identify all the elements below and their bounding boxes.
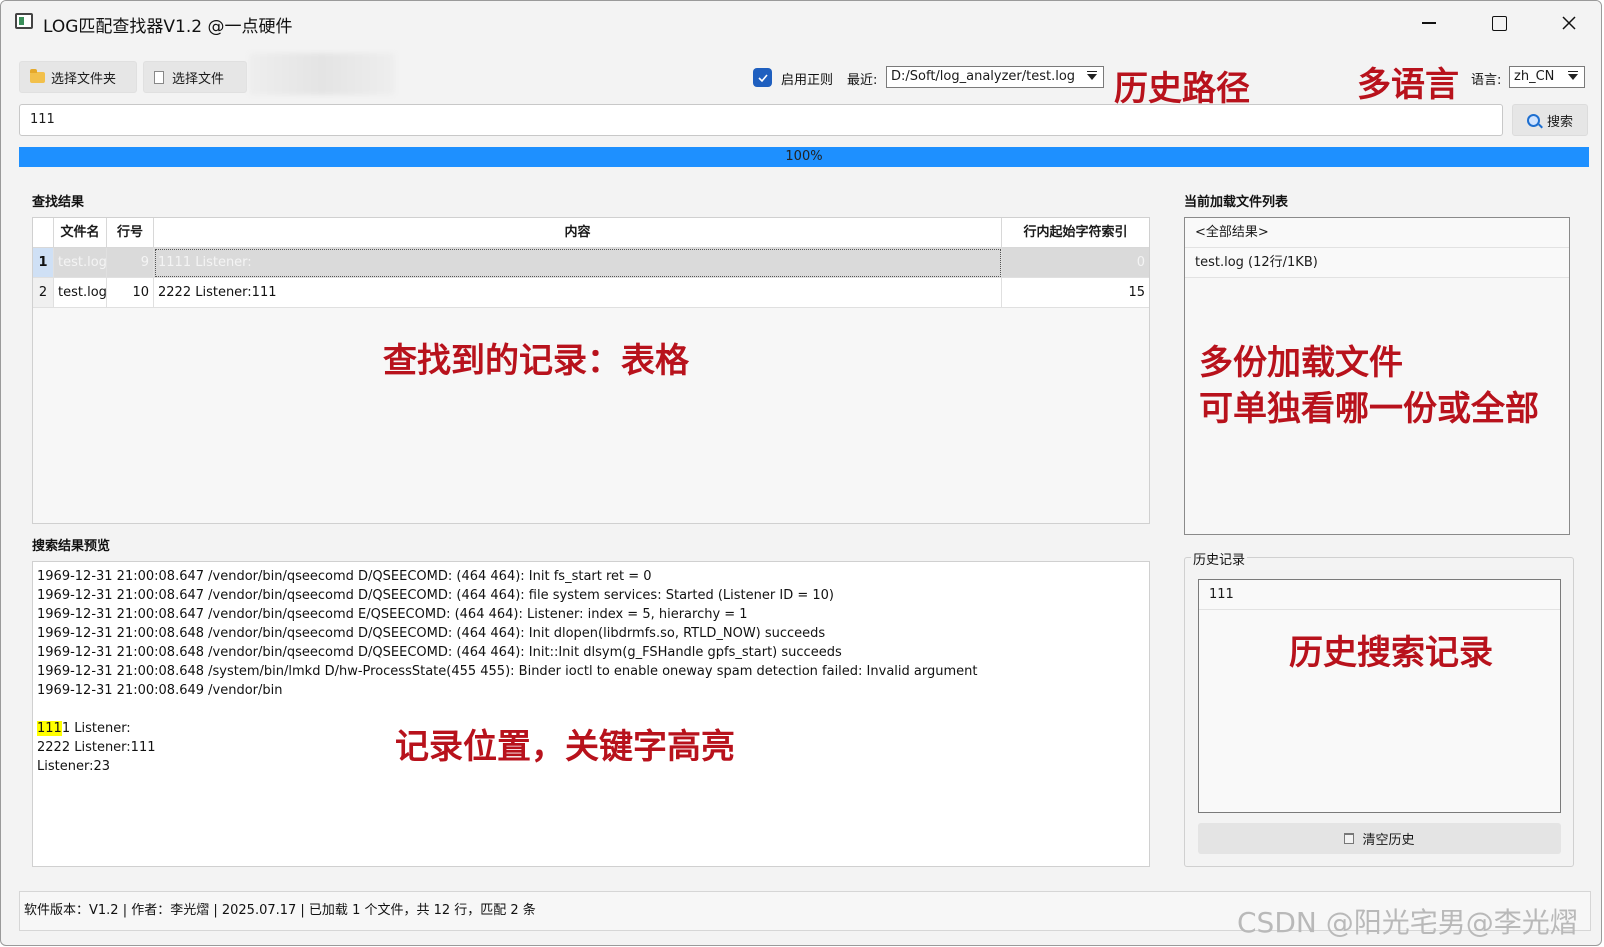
select-folder-label: 选择文件夹 xyxy=(51,71,117,87)
folder-icon xyxy=(30,68,45,83)
search-input[interactable]: 111 xyxy=(19,104,1503,136)
annotation-multi-files-2: 可单独看哪一份或全部 xyxy=(1199,389,1539,429)
table-cell-content[interactable]: 2222 Listener:111 xyxy=(154,278,1002,308)
clear-history-button[interactable]: 清空历史 xyxy=(1198,823,1561,854)
watermark: CSDN @阳光宅男@李光熠 xyxy=(1237,906,1578,939)
annotation-records-table: 查找到的记录：表格 xyxy=(383,341,689,381)
check-icon xyxy=(757,73,768,82)
annotation-multi-files-1: 多份加载文件 xyxy=(1199,343,1403,383)
annotation-history-records: 历史搜索记录 xyxy=(1289,633,1493,673)
blurred-area xyxy=(249,53,395,95)
annotation-multi-language: 多语言 xyxy=(1357,65,1459,105)
sort-indicator-icon: ⌄ xyxy=(76,223,85,234)
table-cell-line[interactable]: 10 xyxy=(107,278,154,308)
maximize-button[interactable] xyxy=(1477,9,1521,37)
minimize-icon xyxy=(1422,22,1436,24)
header-filename[interactable]: ⌄ 文件名 xyxy=(54,218,107,248)
history-list: 111 xyxy=(1198,579,1561,813)
preview-line: 1969-12-31 21:00:08.649 /vendor/bin xyxy=(37,683,283,698)
recent-path-combo[interactable]: D:/Soft/log_analyzer/test.log xyxy=(886,66,1104,88)
preview-line: 1969-12-31 21:00:08.647 /vendor/bin/qsee… xyxy=(37,588,834,603)
table-cell-content[interactable]: 1111 Listener: xyxy=(154,248,1002,278)
header-content[interactable]: 内容 xyxy=(154,218,1002,248)
title-bar: LOG匹配查找器V1.2 @一点硬件 xyxy=(1,1,1601,45)
close-icon xyxy=(1562,16,1576,30)
recent-label: 最近: xyxy=(847,73,878,88)
language-value: zh_CN xyxy=(1514,69,1555,84)
table-cell-filename[interactable]: test.log xyxy=(54,278,107,308)
file-icon xyxy=(154,70,164,84)
app-icon xyxy=(15,13,33,29)
close-button[interactable] xyxy=(1547,9,1591,37)
header-line-number[interactable]: 行号 xyxy=(107,218,154,248)
preview-line: 1969-12-31 21:00:08.648 /vendor/bin/qsee… xyxy=(37,645,842,660)
annotation-history-path: 历史路径 xyxy=(1114,69,1250,109)
preview-line: 1969-12-31 21:00:08.648 /system/bin/lmkd… xyxy=(37,664,978,679)
row-header[interactable]: 1 xyxy=(33,248,54,278)
progress-bar: 100% xyxy=(19,147,1589,167)
row-header[interactable]: 2 xyxy=(33,278,54,308)
search-button-label: 搜索 xyxy=(1546,114,1573,130)
progress-text: 100% xyxy=(785,149,823,164)
highlight-rest: 1 Listener: xyxy=(61,721,131,736)
preview-highlight-line: 1111 Listener: xyxy=(37,721,131,736)
file-list-item-all[interactable]: <全部结果> xyxy=(1185,218,1569,248)
preview-line: 1969-12-31 21:00:08.648 /vendor/bin/qsee… xyxy=(37,626,826,641)
regex-checkbox[interactable] xyxy=(753,68,772,87)
table-cell-line[interactable]: 9 xyxy=(107,248,154,278)
results-title: 查找结果 xyxy=(32,195,85,210)
window-title: LOG匹配查找器V1.2 @一点硬件 xyxy=(43,17,293,37)
app-window: LOG匹配查找器V1.2 @一点硬件 选择文件夹 选择文件 启用正则 最近: D… xyxy=(0,0,1602,946)
table-cell-filename[interactable]: test.log xyxy=(54,248,107,278)
table-cell-start[interactable]: 15 xyxy=(1002,278,1149,308)
table-corner xyxy=(33,218,54,248)
language-label: 语言: xyxy=(1471,73,1502,88)
trash-icon xyxy=(1344,833,1355,844)
header-start-index[interactable]: 行内起始字符索引 xyxy=(1002,218,1149,248)
preview-line: 1969-12-31 21:00:08.647 /vendor/bin/qsee… xyxy=(37,569,652,584)
table-cell-start[interactable]: 0 xyxy=(1002,248,1149,278)
preview-line: Listener:23 xyxy=(37,759,110,774)
select-file-label: 选择文件 xyxy=(172,71,225,87)
preview-line: 1969-12-31 21:00:08.647 /vendor/bin/qsee… xyxy=(37,607,748,622)
dropdown-arrow-icon xyxy=(1568,71,1578,80)
file-list-item[interactable]: test.log (12行/1KB) xyxy=(1185,248,1569,278)
language-combo[interactable]: zh_CN xyxy=(1509,66,1585,88)
preview-line: 2222 Listener:111 xyxy=(37,740,156,755)
preview-text-area[interactable]: 1969-12-31 21:00:08.647 /vendor/bin/qsee… xyxy=(32,561,1150,867)
clear-history-label: 清空历史 xyxy=(1362,833,1415,848)
maximize-icon xyxy=(1491,15,1507,31)
minimize-button[interactable] xyxy=(1407,9,1451,37)
files-title: 当前加载文件列表 xyxy=(1184,195,1289,210)
select-folder-button[interactable]: 选择文件夹 xyxy=(19,61,137,93)
search-icon xyxy=(1526,113,1540,127)
regex-label: 启用正则 xyxy=(781,73,834,88)
select-file-button[interactable]: 选择文件 xyxy=(143,61,247,93)
dropdown-arrow-icon xyxy=(1087,71,1097,80)
history-title: 历史记录 xyxy=(1191,549,1248,568)
annotation-record-position: 记录位置，关键字高亮 xyxy=(395,727,735,767)
keyword-highlight: 111 xyxy=(37,721,62,736)
search-button[interactable]: 搜索 xyxy=(1512,104,1588,136)
history-item[interactable]: 111 xyxy=(1199,580,1560,610)
recent-path-value: D:/Soft/log_analyzer/test.log xyxy=(891,69,1076,84)
preview-title: 搜索结果预览 xyxy=(32,539,111,554)
